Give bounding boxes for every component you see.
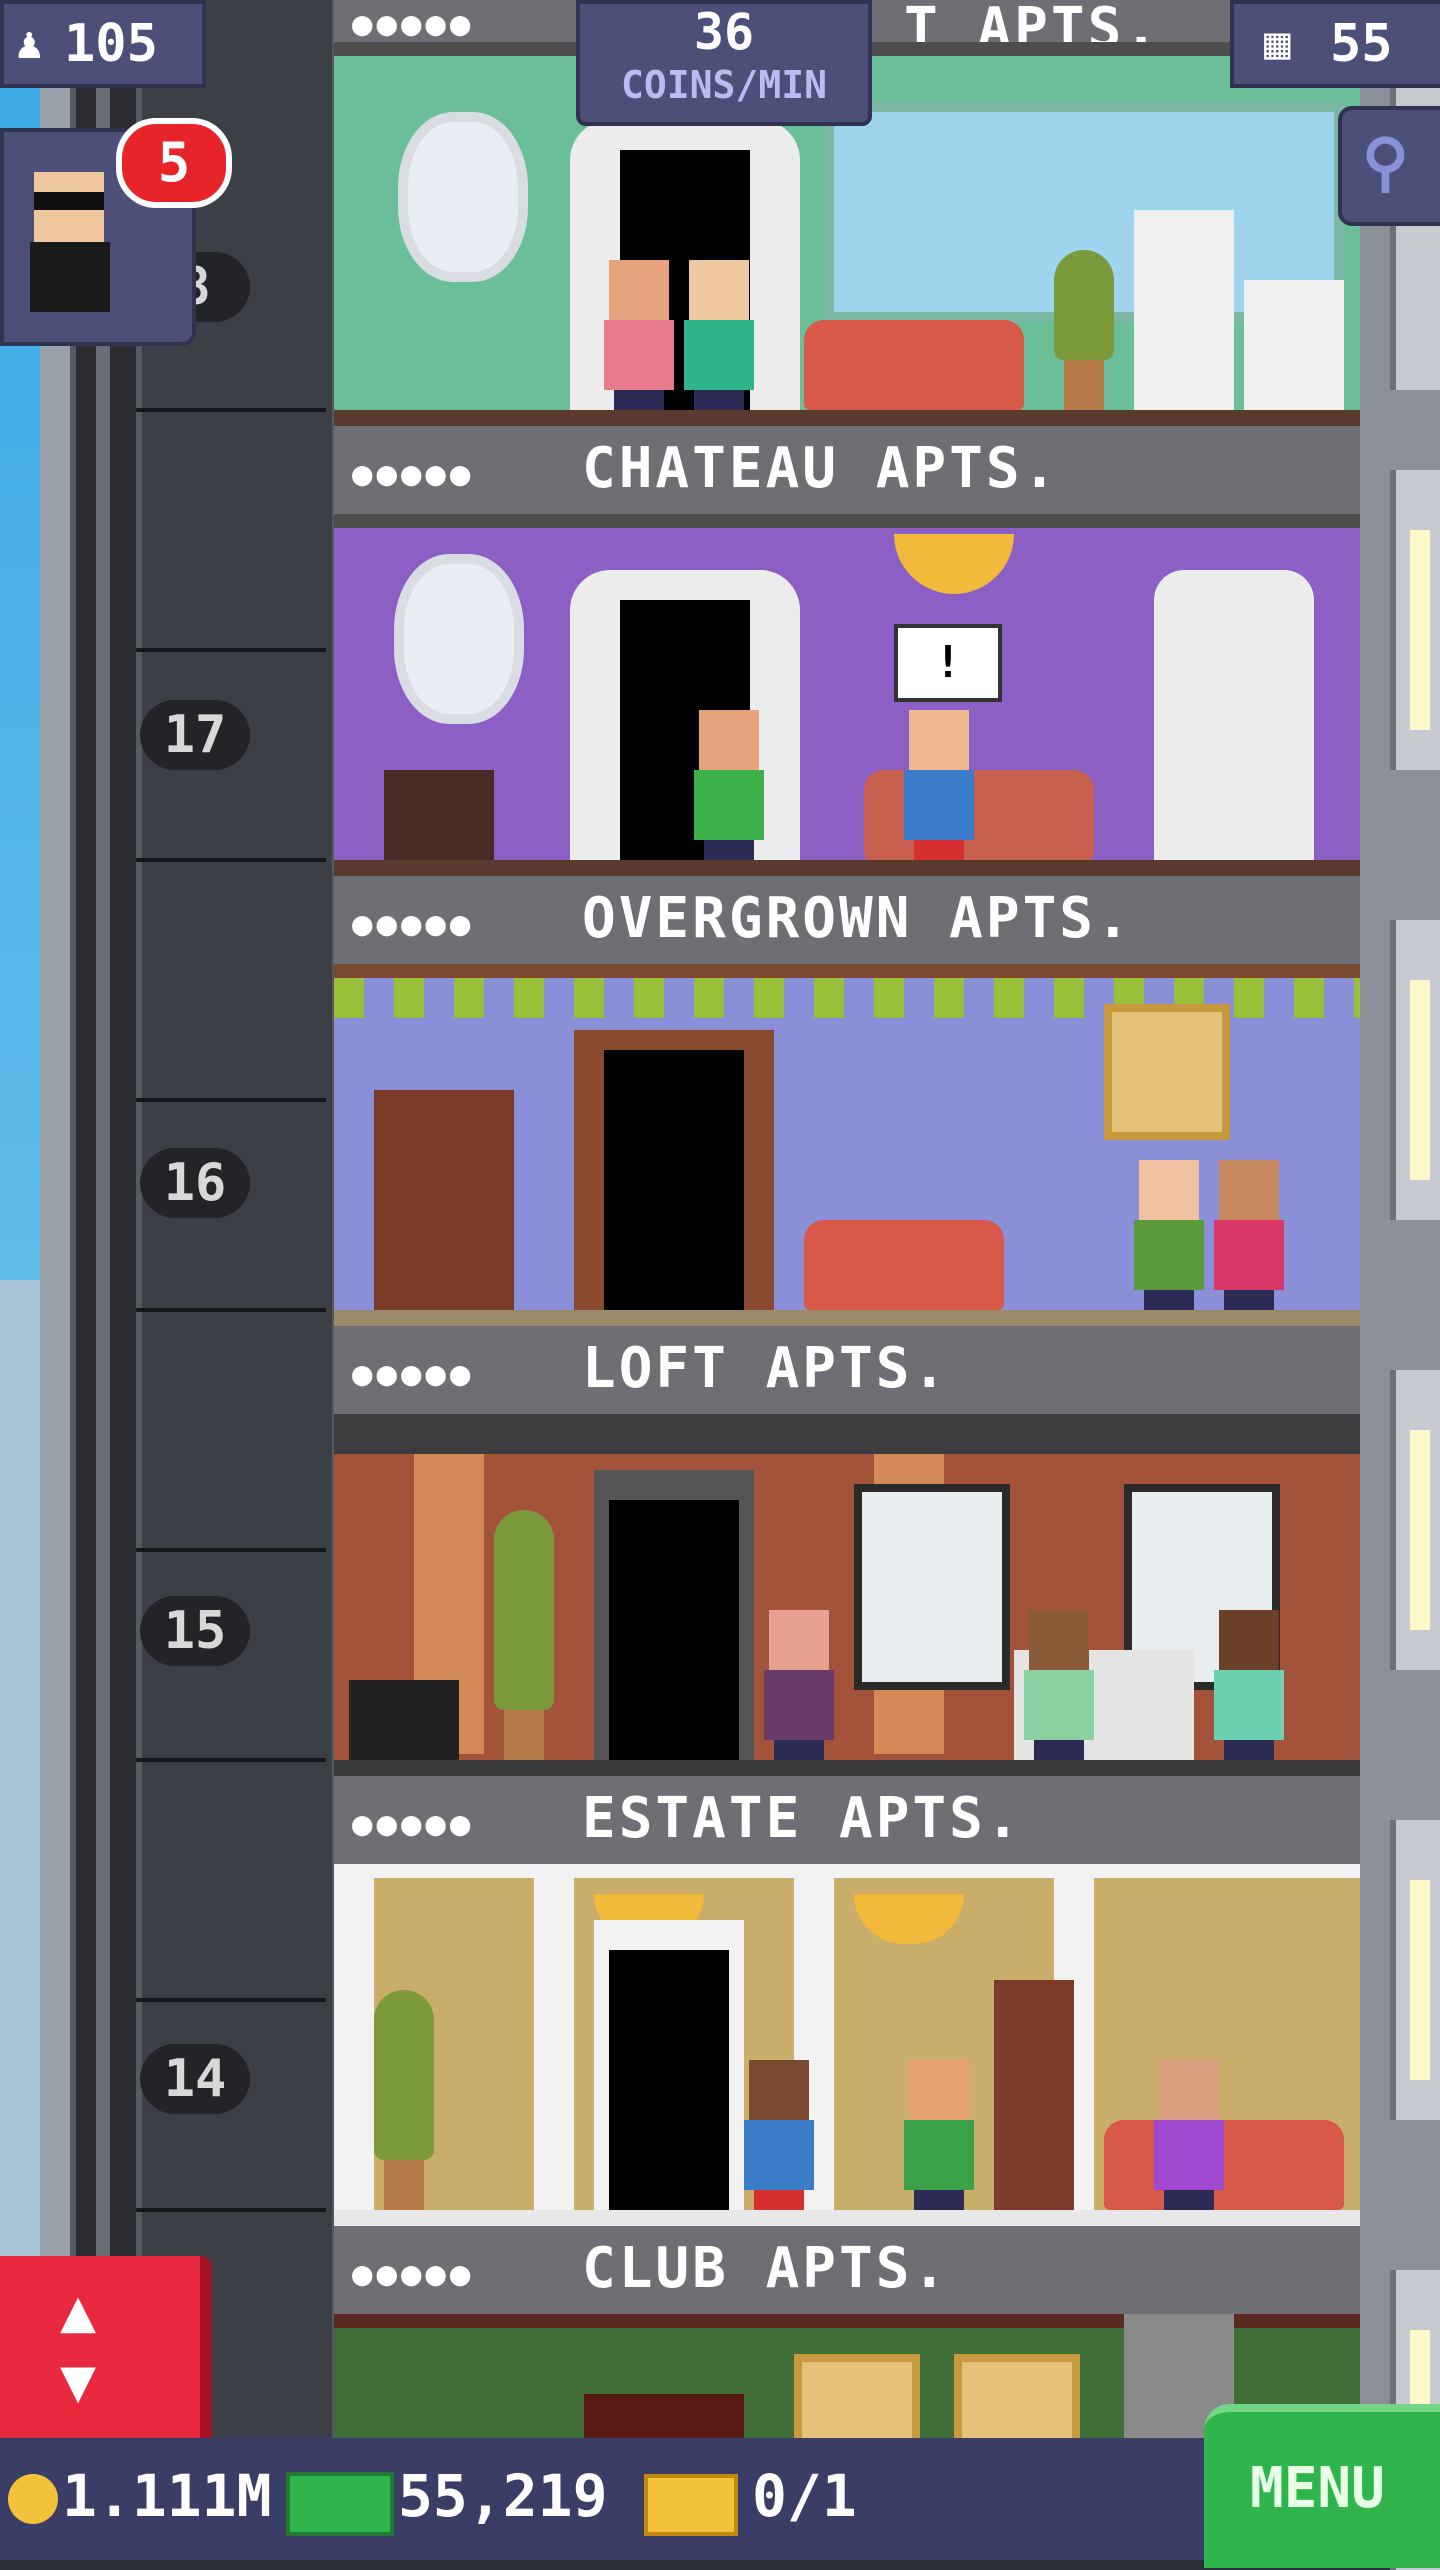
floors-value: 55 (1330, 14, 1393, 74)
room-door (604, 1050, 744, 1310)
floor-name: OVERGROWN APTS. (582, 886, 1133, 951)
search-icon: ⚲ (1362, 126, 1409, 200)
elevator-shaft[interactable] (76, 0, 338, 2560)
floor-banner[interactable]: ●●●●● CLUB APTS. (334, 2226, 1360, 2314)
elevator-button[interactable]: ▲ ▼ (0, 2256, 212, 2450)
pillar (334, 1864, 374, 2226)
floor-number-label: 17 (140, 700, 250, 770)
floor-room[interactable] (334, 1864, 1360, 2226)
room-door (609, 1500, 739, 1760)
floor-name: CHATEAU APTS. (582, 436, 1060, 501)
floors-counter[interactable]: ▦ 55 (1230, 0, 1440, 88)
painting (1104, 1004, 1230, 1140)
floor-name: LOFT APTS. (582, 1336, 950, 1401)
bitizen-character[interactable] (684, 260, 754, 410)
room-door (584, 2394, 744, 2438)
coins-rate-label: COINS/MIN (621, 63, 827, 107)
cabinet (1154, 570, 1314, 860)
bookshelf (994, 1980, 1074, 2210)
ticket-icon (644, 2474, 738, 2536)
mirror (394, 554, 524, 724)
bitizen-character[interactable] (1134, 1160, 1204, 1310)
chandelier (894, 534, 1014, 594)
elevator-arrows-icon: ▲ ▼ (60, 2276, 97, 2416)
floors-icon: ▦ (1264, 18, 1291, 69)
coin-icon (8, 2474, 58, 2524)
chandelier (854, 1894, 964, 1944)
bitizen-character[interactable] (904, 710, 974, 860)
population-icon: ♟ (16, 18, 43, 69)
floor-room[interactable] (334, 1414, 1360, 1776)
floor-number-label: 16 (140, 1148, 250, 1218)
bux-icon (286, 2472, 394, 2536)
floor-name: ESTATE APTS. (582, 1786, 1023, 1851)
coins-total: 1.111M (62, 2462, 272, 2530)
pillar (534, 1864, 574, 2226)
coins-per-minute-panel[interactable]: 36 COINS/MIN (576, 0, 872, 126)
tower-outer-wall (40, 0, 76, 2560)
bitizen-character[interactable] (1214, 1610, 1284, 1760)
floor-banner[interactable]: ●●●●● OVERGROWN APTS. (334, 876, 1360, 964)
painting (794, 2354, 920, 2438)
search-button[interactable]: ⚲ (1338, 106, 1440, 226)
floor-number-label: 14 (140, 2044, 250, 2114)
bitizen-character[interactable] (904, 2060, 974, 2210)
floor-number-label: 15 (140, 1596, 250, 1666)
floor-banner[interactable]: ●●●●● CHATEAU APTS. (334, 426, 1360, 514)
bookshelf (374, 1090, 514, 1310)
bitizen-character[interactable] (1024, 1610, 1094, 1760)
bux-total: 55,219 (398, 2462, 608, 2530)
population-counter[interactable]: ♟ 105 (0, 0, 206, 88)
floor-name: CLUB APTS. (582, 2236, 950, 2301)
painting (954, 2354, 1080, 2438)
menu-button[interactable]: MENU (1204, 2404, 1440, 2568)
coins-rate-value: 36 (693, 3, 755, 61)
tower-right-wall (1360, 0, 1440, 2570)
bitizen-character[interactable] (764, 1610, 834, 1760)
floor-room[interactable] (334, 964, 1360, 1326)
mirror (398, 112, 528, 282)
window (854, 1484, 1010, 1690)
room-door (609, 1950, 729, 2210)
bitizen-character[interactable] (694, 710, 764, 860)
floor-room[interactable]: ! (334, 514, 1360, 876)
bitizen-character[interactable] (744, 2060, 814, 2210)
floor-banner[interactable]: ●●●●● LOFT APTS. (334, 1326, 1360, 1414)
population-value: 105 (64, 14, 158, 74)
menu-label: MENU (1250, 2456, 1385, 2521)
trunk (349, 1680, 459, 1760)
bitizen-character[interactable] (604, 260, 674, 410)
floor-banner[interactable]: ●●●●● ESTATE APTS. (334, 1776, 1360, 1864)
bitizen-character[interactable] (1214, 1160, 1284, 1310)
tickets-count: 0/1 (752, 2462, 857, 2530)
notification-badge[interactable]: 5 (116, 118, 232, 208)
telephone-table (384, 770, 494, 860)
speech-bubble[interactable]: ! (894, 624, 1002, 702)
bitizen-character[interactable] (1154, 2060, 1224, 2210)
